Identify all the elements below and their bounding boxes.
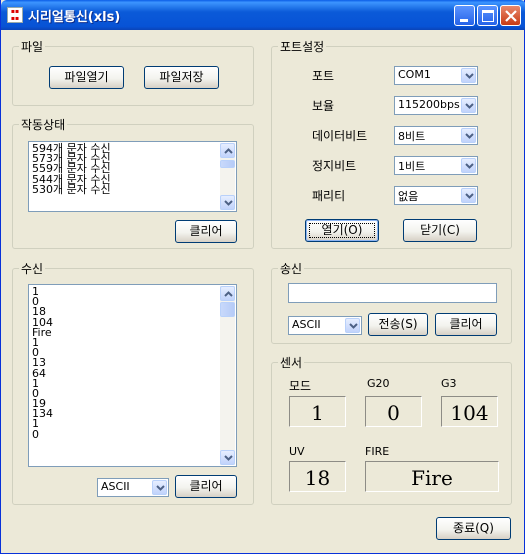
mode-value-display: 1 xyxy=(289,396,346,427)
app-icon: ▪▪ ▪▪ xyxy=(7,7,23,23)
send-mode-dropdown-button[interactable] xyxy=(345,318,360,333)
stopbits-select-value: 1비트 xyxy=(398,160,426,173)
g3-value: 104 xyxy=(450,401,489,425)
baud-select-value: 115200bps xyxy=(398,98,460,111)
maximize-button[interactable] xyxy=(477,5,498,26)
receive-mode-value: ASCII xyxy=(101,480,130,493)
receive-mode-dropdown-button[interactable] xyxy=(152,480,167,495)
receive-clear-button[interactable]: 클리어 xyxy=(175,475,237,498)
sensor-group: 센서 모드 G20 G3 1 0 104 UV FIRE 18 Fire xyxy=(271,354,512,505)
chevron-up-icon xyxy=(224,148,233,154)
chevron-down-icon xyxy=(465,73,474,79)
scroll-down-button[interactable] xyxy=(220,450,235,465)
databits-label: 데이터비트 xyxy=(312,129,368,143)
scroll-thumb[interactable] xyxy=(220,302,235,317)
list-item[interactable]: 530개 문자 수신 xyxy=(32,184,111,195)
uv-label: UV xyxy=(289,445,305,458)
port-settings-group: 포트설정 포트 COM1 보율 115200bps 데이터비트 8비트 정지비트… xyxy=(271,38,512,249)
receive-mode-select[interactable]: ASCII xyxy=(97,478,169,497)
title-bar[interactable]: ▪▪ ▪▪ 시리얼통신(xls) xyxy=(1,0,525,30)
parity-dropdown-button[interactable] xyxy=(461,188,476,203)
chevron-down-icon xyxy=(465,193,474,199)
scroll-down-button[interactable] xyxy=(220,195,235,210)
uv-value-display: 18 xyxy=(289,461,346,492)
g3-value-display: 104 xyxy=(441,396,498,427)
focus-ring xyxy=(309,223,375,238)
g20-value: 0 xyxy=(387,401,400,425)
fire-value-display: Fire xyxy=(365,461,499,492)
status-group-label: 작동상태 xyxy=(19,116,68,133)
scroll-up-button[interactable] xyxy=(220,143,235,158)
port-dropdown-button[interactable] xyxy=(461,68,476,83)
send-input[interactable] xyxy=(288,283,497,303)
parity-select[interactable]: 없음 xyxy=(394,186,478,205)
databits-select[interactable]: 8비트 xyxy=(394,126,478,145)
mode-value: 1 xyxy=(311,401,324,425)
chevron-up-icon xyxy=(224,291,233,297)
send-mode-select[interactable]: ASCII xyxy=(288,316,362,335)
status-group: 작동상태 594개 문자 수신 573개 문자 수신 559개 문자 수신 544개 … xyxy=(12,116,254,249)
port-open-button[interactable]: 열기(O) xyxy=(305,219,379,242)
chevron-down-icon xyxy=(224,455,233,461)
parity-select-value: 없음 xyxy=(398,190,419,203)
scroll-thumb[interactable] xyxy=(220,160,235,168)
maximize-icon xyxy=(482,10,494,22)
status-listbox[interactable]: 594개 문자 수신 573개 문자 수신 559개 문자 수신 544개 문자 수신… xyxy=(28,141,237,212)
databits-select-value: 8비트 xyxy=(398,130,426,143)
uv-value: 18 xyxy=(304,466,331,490)
file-group: 파일 파일열기 파일저장 xyxy=(12,38,254,106)
fire-label: FIRE xyxy=(365,445,390,458)
list-item[interactable]: 0 xyxy=(32,429,53,440)
baud-select[interactable]: 115200bps xyxy=(394,96,478,115)
g20-label: G20 xyxy=(367,377,390,390)
databits-dropdown-button[interactable] xyxy=(461,128,476,143)
send-group: 송신 ASCII 전송(S) 클리어 xyxy=(271,260,512,344)
status-scrollbar[interactable] xyxy=(220,143,235,210)
window-title: 시리얼통신(xls) xyxy=(28,10,121,25)
fire-value: Fire xyxy=(411,466,453,490)
stopbits-label: 정지비트 xyxy=(312,159,357,173)
chevron-down-icon xyxy=(349,323,358,329)
g3-label: G3 xyxy=(441,377,457,390)
minimize-icon xyxy=(460,19,468,22)
g20-value-display: 0 xyxy=(365,396,422,427)
file-group-label: 파일 xyxy=(19,38,46,55)
port-select[interactable]: COM1 xyxy=(394,66,478,85)
open-file-button[interactable]: 파일열기 xyxy=(49,66,124,89)
chevron-down-icon xyxy=(465,103,474,109)
status-clear-button[interactable]: 클리어 xyxy=(175,220,237,243)
port-close-button[interactable]: 닫기(C) xyxy=(403,219,477,242)
chevron-down-icon xyxy=(465,163,474,169)
send-button[interactable]: 전송(S) xyxy=(368,313,428,336)
send-group-label: 송신 xyxy=(278,260,305,277)
receive-group-label: 수신 xyxy=(19,260,46,277)
baud-label: 보율 xyxy=(312,99,335,113)
sensor-group-label: 센서 xyxy=(278,354,305,371)
parity-label: 패리티 xyxy=(312,189,346,203)
mode-label: 모드 xyxy=(289,379,312,393)
chevron-down-icon xyxy=(224,200,233,206)
main-window: ▪▪ ▪▪ 시리얼통신(xls) 파일 파일열기 파일저장 작동상태 594개 문… xyxy=(0,0,525,554)
port-select-value: COM1 xyxy=(398,68,431,81)
save-file-button[interactable]: 파일저장 xyxy=(144,66,219,89)
status-items: 594개 문자 수신 573개 문자 수신 559개 문자 수신 544개 문자 수신… xyxy=(32,143,111,195)
exit-button[interactable]: 종료(Q) xyxy=(436,517,511,540)
receive-group: 수신 1 0 18 104 Fire 1 0 13 64 1 0 19 134 1 0 ASCII 클리어 xyxy=(12,260,254,505)
chevron-down-icon xyxy=(156,485,165,491)
minimize-button[interactable] xyxy=(454,5,475,26)
receive-items: 1 0 18 104 Fire 1 0 13 64 1 0 19 134 1 0 xyxy=(32,286,53,440)
receive-listbox[interactable]: 1 0 18 104 Fire 1 0 13 64 1 0 19 134 1 0 xyxy=(28,284,237,467)
send-mode-value: ASCII xyxy=(292,318,321,331)
port-settings-label: 포트설정 xyxy=(278,38,327,55)
chevron-down-icon xyxy=(465,133,474,139)
baud-dropdown-button[interactable] xyxy=(461,98,476,113)
stopbits-select[interactable]: 1비트 xyxy=(394,156,478,175)
send-clear-button[interactable]: 클리어 xyxy=(435,313,497,336)
stopbits-dropdown-button[interactable] xyxy=(461,158,476,173)
receive-scrollbar[interactable] xyxy=(220,286,235,465)
port-label: 포트 xyxy=(312,69,335,83)
scroll-up-button[interactable] xyxy=(220,286,235,301)
close-icon xyxy=(505,10,517,22)
close-button[interactable] xyxy=(500,5,521,26)
